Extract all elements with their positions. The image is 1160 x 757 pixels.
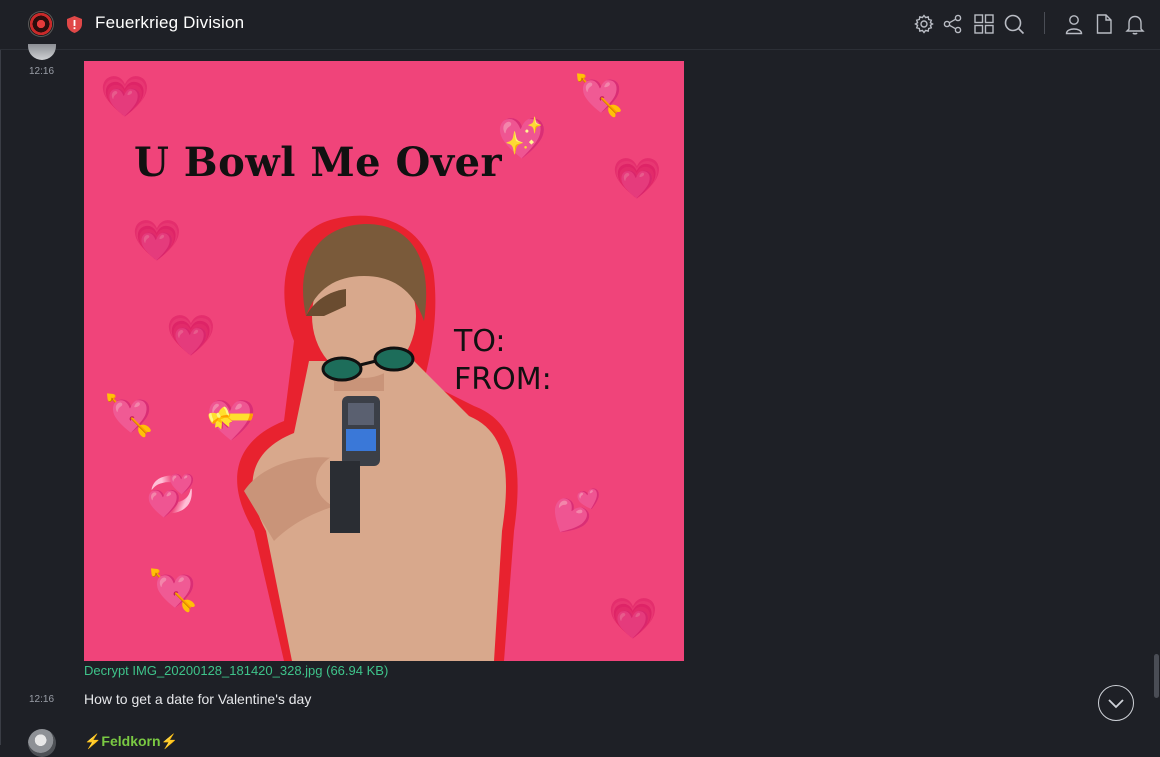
shield-alert-icon: [67, 16, 82, 33]
message-text: How to get a date for Valentine's day: [84, 691, 312, 707]
message-timestamp: 12:16: [29, 694, 55, 705]
sender-name[interactable]: ⚡Feldkorn⚡: [84, 733, 178, 750]
search-icon[interactable]: [1003, 13, 1025, 35]
sender-avatar[interactable]: [28, 44, 56, 60]
files-icon[interactable]: [1093, 13, 1115, 35]
room-title: Feuerkrieg Division: [95, 13, 245, 32]
share-icon[interactable]: [942, 13, 964, 35]
window-border: [0, 0, 1, 745]
valentine-card-image[interactable]: 💗 💘 💖 💗 💗 💗 💘 💝 💞 💕 💘 💗 U Bowl Me Over T…: [84, 61, 684, 661]
decrypt-file-link[interactable]: Decrypt IMG_20200128_181420_328.jpg (66.…: [84, 663, 388, 678]
room-avatar[interactable]: [28, 11, 54, 37]
sender-avatar[interactable]: [28, 729, 56, 757]
settings-icon[interactable]: [913, 13, 935, 35]
card-title: U Bowl Me Over: [134, 139, 503, 186]
chevron-down-icon: [1108, 699, 1124, 709]
card-from-label: FROM:: [454, 362, 552, 397]
card-to-from: TO: FROM:: [454, 323, 552, 399]
scroll-to-bottom-button[interactable]: [1098, 685, 1134, 721]
scrollbar-thumb[interactable]: [1154, 654, 1159, 698]
user-icon[interactable]: [1063, 13, 1085, 35]
notifications-icon[interactable]: [1124, 13, 1146, 35]
message-timestamp: 12:16: [29, 66, 55, 77]
room-header: Feuerkrieg Division: [0, 0, 1160, 50]
header-divider: [1044, 12, 1045, 34]
apps-grid-icon[interactable]: [973, 13, 995, 35]
card-to-label: TO:: [454, 324, 506, 359]
